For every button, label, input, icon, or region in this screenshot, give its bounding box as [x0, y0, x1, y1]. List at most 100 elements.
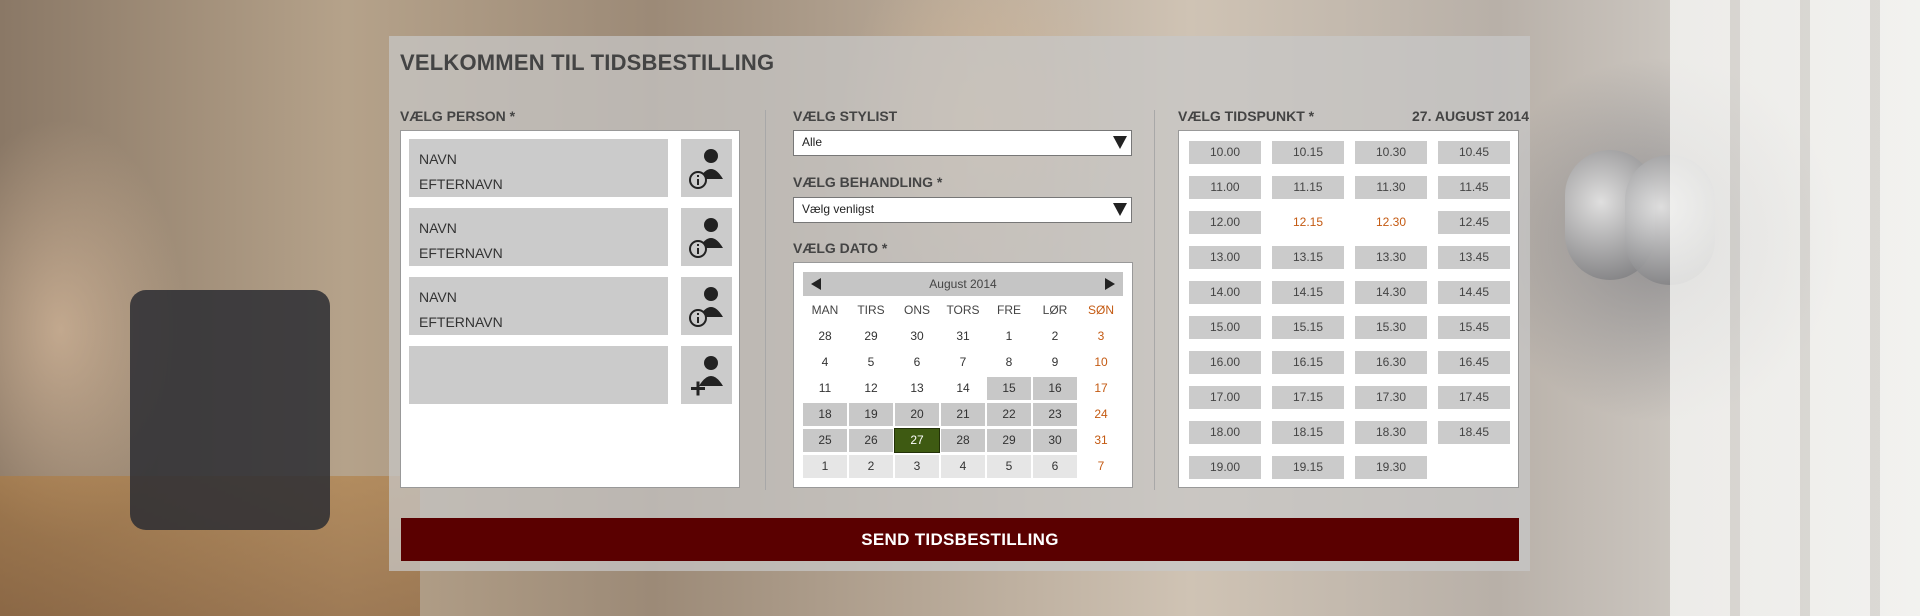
time-slot[interactable]: 10.15: [1272, 141, 1344, 164]
calendar-day[interactable]: 4: [941, 455, 985, 478]
calendar-day[interactable]: 29: [849, 325, 893, 348]
calendar-day[interactable]: 7: [941, 351, 985, 374]
time-slot[interactable]: 11.45: [1438, 176, 1510, 199]
time-slot[interactable]: 13.30: [1355, 246, 1427, 269]
time-slot[interactable]: 16.30: [1355, 351, 1427, 374]
time-slot[interactable]: 12.45: [1438, 211, 1510, 234]
calendar-day[interactable]: 27: [894, 428, 940, 453]
calendar-day[interactable]: 30: [1033, 429, 1077, 452]
time-slot[interactable]: 11.00: [1189, 176, 1261, 199]
time-slot[interactable]: 13.45: [1438, 246, 1510, 269]
calendar-day[interactable]: 9: [1033, 351, 1077, 374]
calendar-day[interactable]: 1: [987, 325, 1031, 348]
calendar-weekday: SØN: [1087, 303, 1114, 317]
time-slot[interactable]: 16.00: [1189, 351, 1261, 374]
calendar-day[interactable]: 28: [803, 325, 847, 348]
person-item[interactable]: NAVN EFTERNAVN: [409, 277, 733, 335]
time-slot[interactable]: 11.30: [1355, 176, 1427, 199]
calendar-day[interactable]: 21: [941, 403, 985, 426]
person-info-icon[interactable]: [681, 139, 732, 197]
calendar-day[interactable]: 13: [895, 377, 939, 400]
next-month-icon[interactable]: [1105, 278, 1115, 290]
time-slot[interactable]: 19.30: [1355, 456, 1427, 479]
calendar-day[interactable]: 23: [1033, 403, 1077, 426]
time-slot[interactable]: 18.30: [1355, 421, 1427, 444]
time-slot[interactable]: 17.45: [1438, 386, 1510, 409]
time-slot[interactable]: 17.15: [1272, 386, 1344, 409]
calendar-day[interactable]: 19: [849, 403, 893, 426]
time-slot[interactable]: 13.15: [1272, 246, 1344, 269]
calendar-day[interactable]: 3: [1079, 325, 1123, 348]
time-slot[interactable]: 17.00: [1189, 386, 1261, 409]
calendar-day[interactable]: 6: [895, 351, 939, 374]
calendar-day[interactable]: 26: [849, 429, 893, 452]
person-list: NAVN EFTERNAVN NAVN EFTERNAVN NAVN EFTER…: [400, 130, 740, 488]
time-slot[interactable]: 14.45: [1438, 281, 1510, 304]
person-info-icon[interactable]: [681, 208, 732, 266]
calendar-day[interactable]: 4: [803, 351, 847, 374]
time-slot[interactable]: 14.00: [1189, 281, 1261, 304]
calendar-day[interactable]: 12: [849, 377, 893, 400]
time-slot[interactable]: 10.30: [1355, 141, 1427, 164]
calendar-day[interactable]: 25: [803, 429, 847, 452]
calendar-day[interactable]: 8: [987, 351, 1031, 374]
person-item[interactable]: NAVN EFTERNAVN: [409, 139, 733, 197]
time-slot[interactable]: 14.15: [1272, 281, 1344, 304]
calendar-day[interactable]: 7: [1079, 455, 1123, 478]
calendar-day[interactable]: 5: [849, 351, 893, 374]
time-slot[interactable]: 16.45: [1438, 351, 1510, 374]
time-slot[interactable]: 15.00: [1189, 316, 1261, 339]
person-item[interactable]: NAVN EFTERNAVN: [409, 208, 733, 266]
calendar-day[interactable]: 2: [849, 455, 893, 478]
time-slot[interactable]: 17.30: [1355, 386, 1427, 409]
calendar-day[interactable]: 28: [941, 429, 985, 452]
time-slot[interactable]: 18.45: [1438, 421, 1510, 444]
time-slot[interactable]: 15.15: [1272, 316, 1344, 339]
calendar-day[interactable]: 17: [1079, 377, 1123, 400]
time-slot[interactable]: 11.15: [1272, 176, 1344, 199]
time-slot[interactable]: 15.30: [1355, 316, 1427, 339]
person-name-field[interactable]: NAVN EFTERNAVN: [409, 208, 668, 266]
time-slot[interactable]: 15.45: [1438, 316, 1510, 339]
calendar-day[interactable]: 3: [895, 455, 939, 478]
previous-month-icon[interactable]: [811, 278, 821, 290]
calendar-day[interactable]: 5: [987, 455, 1031, 478]
calendar-day[interactable]: 16: [1033, 377, 1077, 400]
person-info-icon[interactable]: [681, 277, 732, 335]
new-person-item[interactable]: [409, 346, 733, 404]
time-slot[interactable]: 12.30: [1355, 211, 1427, 234]
calendar-day[interactable]: 31: [1079, 429, 1123, 452]
person-name-field[interactable]: NAVN EFTERNAVN: [409, 277, 668, 335]
time-slot[interactable]: 19.00: [1189, 456, 1261, 479]
send-booking-button[interactable]: SEND TIDSBESTILLING: [401, 518, 1519, 561]
calendar-day[interactable]: 6: [1033, 455, 1077, 478]
time-slot[interactable]: 14.30: [1355, 281, 1427, 304]
calendar-day[interactable]: 20: [895, 403, 939, 426]
time-slot[interactable]: 19.15: [1272, 456, 1344, 479]
calendar-day[interactable]: 18: [803, 403, 847, 426]
calendar-day[interactable]: 29: [987, 429, 1031, 452]
time-slot[interactable]: 16.15: [1272, 351, 1344, 374]
calendar-day[interactable]: 1: [803, 455, 847, 478]
time-slot[interactable]: 18.15: [1272, 421, 1344, 444]
calendar-day[interactable]: 22: [987, 403, 1031, 426]
calendar-day[interactable]: 11: [803, 377, 847, 400]
new-person-field[interactable]: [409, 346, 668, 404]
calendar-day[interactable]: 2: [1033, 325, 1077, 348]
calendar-day[interactable]: 30: [895, 325, 939, 348]
time-slot[interactable]: 10.45: [1438, 141, 1510, 164]
time-slot[interactable]: 18.00: [1189, 421, 1261, 444]
calendar-day[interactable]: 14: [941, 377, 985, 400]
treatment-select[interactable]: Vælg venligst: [793, 197, 1132, 223]
add-person-icon[interactable]: [681, 346, 732, 404]
calendar-day[interactable]: 24: [1079, 403, 1123, 426]
stylist-select[interactable]: Alle: [793, 130, 1132, 156]
calendar-day[interactable]: 10: [1079, 351, 1123, 374]
time-slot[interactable]: 13.00: [1189, 246, 1261, 269]
time-slot[interactable]: 12.15: [1272, 211, 1344, 234]
person-name-field[interactable]: NAVN EFTERNAVN: [409, 139, 668, 197]
time-slot[interactable]: 12.00: [1189, 211, 1261, 234]
calendar-day[interactable]: 31: [941, 325, 985, 348]
time-slot[interactable]: 10.00: [1189, 141, 1261, 164]
calendar-day[interactable]: 15: [987, 377, 1031, 400]
